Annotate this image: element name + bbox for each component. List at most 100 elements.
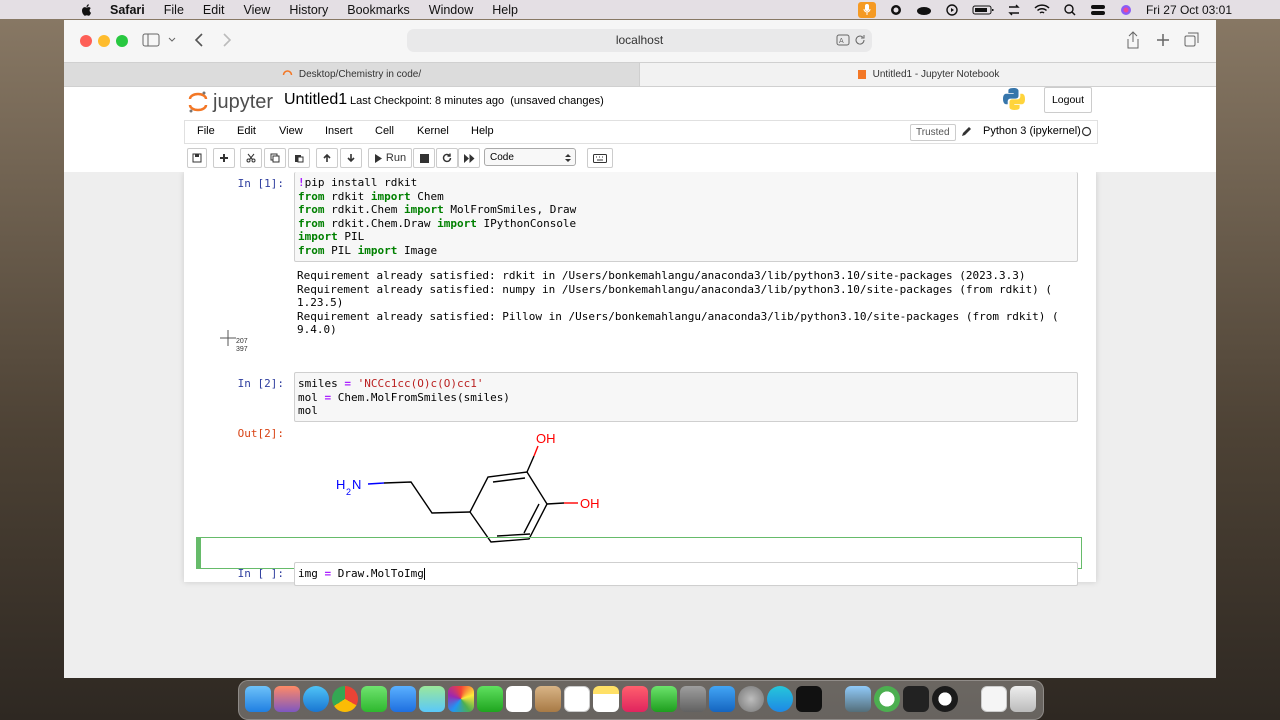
menubar-clock[interactable]: Fri 27 Oct 03:01: [1146, 3, 1232, 17]
menu-file[interactable]: File: [164, 3, 184, 17]
photos-icon[interactable]: [448, 686, 474, 712]
restart-run-all-button[interactable]: [458, 148, 480, 168]
cell-type-value: Code: [490, 152, 514, 163]
move-up-button[interactable]: [316, 148, 338, 168]
preview-icon[interactable]: [845, 686, 871, 712]
address-bar[interactable]: localhost A: [407, 29, 872, 52]
record-icon[interactable]: [888, 4, 904, 16]
menu-edit[interactable]: Edit: [203, 3, 225, 17]
menu-view[interactable]: View: [243, 3, 270, 17]
battery-icon[interactable]: [972, 4, 994, 16]
save-button[interactable]: [187, 148, 207, 168]
microphone-icon[interactable]: [857, 1, 876, 18]
screen-recorder-icon[interactable]: [932, 686, 958, 712]
notebook-title[interactable]: Untitled1: [284, 91, 347, 109]
plus-icon: [220, 154, 228, 162]
apple-icon[interactable]: [80, 3, 94, 17]
chevron-down-icon[interactable]: [168, 36, 176, 44]
calendar-icon[interactable]: [506, 686, 532, 712]
zoom-window-button[interactable]: [116, 35, 128, 47]
command-palette-button[interactable]: [587, 148, 613, 168]
menu-history[interactable]: History: [289, 3, 328, 17]
logout-button[interactable]: Logout: [1044, 87, 1092, 113]
insert-cell-button[interactable]: [213, 148, 235, 168]
wifi-icon[interactable]: [1034, 3, 1050, 16]
crosshair-cursor: 207 397: [220, 330, 260, 360]
creative-cloud-icon[interactable]: [916, 4, 932, 16]
paste-button[interactable]: [288, 148, 310, 168]
move-down-button[interactable]: [340, 148, 362, 168]
run-button[interactable]: Run: [368, 148, 412, 168]
forward-icon[interactable]: [222, 32, 232, 48]
code-token: pip install rdkit: [304, 176, 418, 189]
calculator-icon[interactable]: [680, 686, 706, 712]
music-icon[interactable]: [622, 686, 648, 712]
restart-button[interactable]: [436, 148, 458, 168]
jupyter-menu-kernel[interactable]: Kernel: [417, 125, 449, 137]
tab-untitled1-notebook[interactable]: Untitled1 - Jupyter Notebook: [640, 63, 1216, 86]
trash-icon[interactable]: [1010, 686, 1036, 712]
menu-window[interactable]: Window: [429, 3, 473, 17]
launchpad-icon[interactable]: [274, 686, 300, 712]
cursor-x: 207: [236, 338, 248, 345]
jupyter-menu-file[interactable]: File: [197, 125, 215, 137]
edge-icon[interactable]: [767, 686, 793, 712]
interrupt-button[interactable]: [413, 148, 435, 168]
play-circle-icon[interactable]: [944, 3, 960, 16]
blackboard-icon[interactable]: [796, 686, 822, 712]
jupyter-logo[interactable]: jupyter: [187, 90, 273, 114]
code-cell-input-active[interactable]: img = Draw.MolToImg: [294, 562, 1078, 586]
menu-app-safari[interactable]: Safari: [110, 3, 145, 17]
checkpoint-text: Last Checkpoint: 8 minutes ago: [350, 95, 505, 107]
edit-pencil-icon[interactable]: [961, 126, 972, 137]
new-tab-icon[interactable]: [1156, 33, 1170, 47]
reminders-icon[interactable]: [564, 686, 590, 712]
progress-app-icon[interactable]: [874, 686, 900, 712]
cursor-y: 397: [236, 346, 248, 353]
minimize-window-button[interactable]: [98, 35, 110, 47]
maps-icon[interactable]: [419, 686, 445, 712]
code-cell-input[interactable]: !pip install rdkit from rdkit import Che…: [294, 172, 1078, 262]
cell-type-select[interactable]: Code: [484, 148, 576, 166]
search-icon[interactable]: [1062, 3, 1078, 16]
menu-bookmarks[interactable]: Bookmarks: [347, 3, 410, 17]
switch-icon[interactable]: [1006, 4, 1022, 16]
jupyter-menu-insert[interactable]: Insert: [325, 125, 353, 137]
app-store-icon[interactable]: [709, 686, 735, 712]
tab-desktop-chemistry[interactable]: Desktop/Chemistry in code/: [64, 63, 640, 86]
code-cell-input[interactable]: smiles = 'NCCc1cc(O)c(O)cc1' mol = Chem.…: [294, 372, 1078, 422]
code-token: rdkit: [324, 189, 371, 203]
jupyter-menu-view[interactable]: View: [279, 125, 303, 137]
cut-button[interactable]: [240, 148, 262, 168]
facetime-icon[interactable]: [477, 686, 503, 712]
safari-icon[interactable]: [303, 686, 329, 712]
system-settings-icon[interactable]: [738, 686, 764, 712]
chrome-icon[interactable]: [332, 686, 358, 712]
messages-icon[interactable]: [361, 686, 387, 712]
terminal-icon[interactable]: [903, 686, 929, 712]
menu-help[interactable]: Help: [492, 3, 518, 17]
jupyter-menu-edit[interactable]: Edit: [237, 125, 256, 137]
reload-icon[interactable]: [854, 34, 866, 46]
jupyter-menu-help[interactable]: Help: [471, 125, 494, 137]
document-icon[interactable]: [981, 686, 1007, 712]
sidebar-icon[interactable]: [142, 33, 160, 47]
share-icon[interactable]: [1126, 31, 1140, 49]
translate-icon[interactable]: A: [836, 34, 850, 46]
notes-icon[interactable]: [593, 686, 619, 712]
jupyter-menu-cell[interactable]: Cell: [375, 125, 394, 137]
numbers-icon[interactable]: [651, 686, 677, 712]
back-icon[interactable]: [194, 32, 204, 48]
stop-icon: [419, 153, 429, 163]
mail-icon[interactable]: [390, 686, 416, 712]
control-center-icon[interactable]: [1090, 4, 1106, 16]
siri-icon[interactable]: [1118, 4, 1134, 16]
tab-overview-icon[interactable]: [1184, 32, 1200, 48]
close-window-button[interactable]: [80, 35, 92, 47]
cell-output-stream: Requirement already satisfied: rdkit in …: [297, 269, 1081, 337]
trusted-badge[interactable]: Trusted: [910, 124, 956, 141]
contacts-icon[interactable]: [535, 686, 561, 712]
kernel-name[interactable]: Python 3 (ipykernel): [983, 125, 1081, 137]
copy-button[interactable]: [264, 148, 286, 168]
finder-icon[interactable]: [245, 686, 271, 712]
